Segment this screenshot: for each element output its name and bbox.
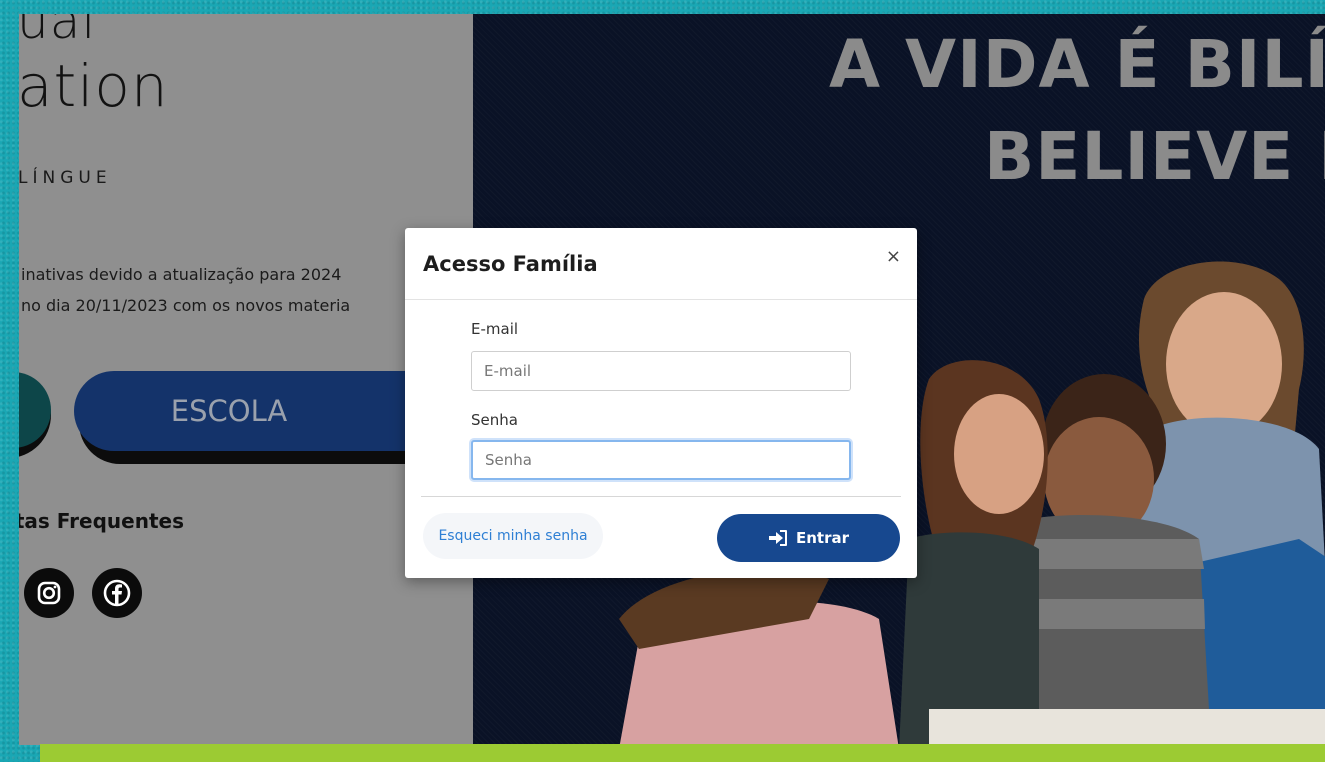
notice-line-1: inativas devido a atualização para 2024 (21, 265, 342, 284)
modal-divider (421, 496, 901, 497)
modal-title: Acesso Família (423, 252, 598, 276)
instagram-icon[interactable] (24, 568, 74, 618)
email-field[interactable] (471, 351, 851, 391)
brand-subtitle: LÍNGUE (19, 168, 112, 188)
sign-in-icon (768, 530, 787, 546)
family-access-modal: Acesso Família × E-mail Senha Esqueci mi… (405, 228, 917, 578)
brand-text-line2: ation (19, 52, 169, 120)
brand-text-line1: ual (19, 14, 97, 50)
family-access-button[interactable] (19, 372, 51, 458)
email-label: E-mail (471, 320, 519, 338)
faq-link-label: tas Frequentes (19, 509, 184, 533)
password-label: Senha (471, 411, 518, 429)
faq-link[interactable]: tas Frequentes (19, 509, 184, 533)
hero-headline-line1: A VIDA É BILÍ (829, 26, 1325, 103)
submit-label: Entrar (795, 529, 849, 547)
modal-header: Acesso Família × (405, 228, 917, 300)
close-icon[interactable]: × (886, 246, 901, 267)
password-field[interactable] (471, 440, 851, 480)
forgot-password-button[interactable]: Esqueci minha senha (423, 513, 603, 559)
submit-button[interactable]: Entrar (717, 514, 900, 562)
hero-headline-line2: BELIEVE I (984, 118, 1325, 195)
bottom-accent-strip (40, 744, 1325, 762)
facebook-icon[interactable] (92, 568, 142, 618)
notice-line-2: no dia 20/11/2023 com os novos materia (21, 296, 351, 315)
